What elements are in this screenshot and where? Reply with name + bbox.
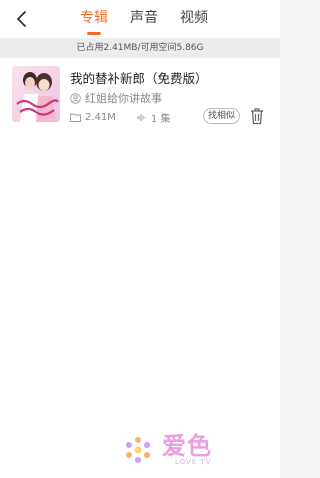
- album-item[interactable]: 我的替补新郎（免费版） 红姐给你讲故事 2.41M 1 集 找相似: [0, 58, 280, 134]
- folder-icon: [70, 113, 81, 122]
- album-author: 红姐给你讲故事: [85, 92, 162, 105]
- watermark-subtext: LOVE TV: [175, 458, 212, 466]
- find-similar-button[interactable]: 找相似: [203, 108, 241, 124]
- album-title: 我的替补新郎（免费版）: [70, 71, 208, 86]
- tab-sounds[interactable]: 声音: [130, 0, 158, 38]
- delete-button[interactable]: [249, 107, 265, 125]
- user-icon: [70, 92, 81, 104]
- album-stats-row: 2.41M 1 集: [70, 110, 170, 125]
- album-episode-count: 1 集: [150, 114, 171, 125]
- album-list: 我的替补新郎（免费版） 红姐给你讲故事 2.41M 1 集 找相似: [0, 58, 280, 478]
- album-author-row: 红姐给你讲故事: [70, 90, 162, 106]
- tab-bar: 专辑 声音 视频: [0, 0, 280, 38]
- tab-albums[interactable]: 专辑: [80, 0, 108, 38]
- tab-videos[interactable]: 视频: [180, 0, 208, 38]
- album-cover-art: [12, 66, 60, 122]
- album-size: 2.41M: [85, 112, 116, 123]
- album-cover: [12, 66, 60, 122]
- trash-icon: [251, 108, 263, 125]
- top-bar: 专辑 声音 视频: [0, 0, 280, 38]
- storage-usage-text: 已占用2.41MB/可用空间5.86G: [0, 38, 280, 58]
- watermark-text: 爱色: [162, 432, 212, 460]
- sound-wave-icon: [136, 114, 146, 121]
